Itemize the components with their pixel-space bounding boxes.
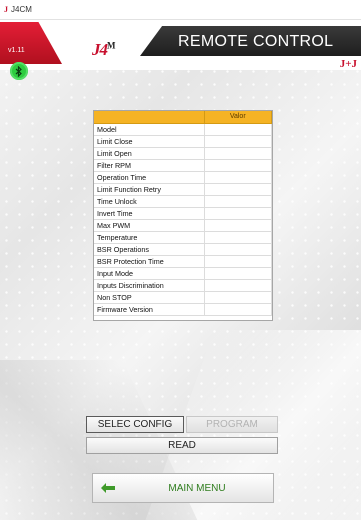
- window-title: J4CM: [11, 5, 32, 14]
- param-name: Inputs Discrimination: [94, 279, 205, 292]
- window-titlebar: J J4CM: [0, 0, 361, 20]
- param-value[interactable]: [204, 207, 272, 220]
- param-name: BSR Operations: [94, 243, 205, 256]
- column-header-valor: Valor: [204, 111, 272, 124]
- table-row[interactable]: Input Mode: [94, 267, 272, 280]
- column-header-name: [94, 111, 205, 124]
- screen-title: REMOTE CONTROL: [178, 33, 334, 50]
- logo-text: J4: [92, 40, 108, 59]
- table-row[interactable]: BSR Operations: [94, 243, 272, 256]
- bluetooth-icon[interactable]: [10, 62, 28, 80]
- table-row[interactable]: Max PWM: [94, 219, 272, 232]
- param-value[interactable]: [204, 267, 272, 280]
- table-row[interactable]: Model: [94, 123, 272, 136]
- param-value[interactable]: [204, 255, 272, 268]
- table-row[interactable]: Limit Close: [94, 135, 272, 148]
- param-value[interactable]: [204, 291, 272, 304]
- bluetooth-glyph: [15, 65, 22, 77]
- param-value[interactable]: [204, 147, 272, 160]
- table-row[interactable]: Filter RPM: [94, 159, 272, 172]
- brand-mark: J+J: [339, 58, 357, 70]
- read-button[interactable]: READ: [86, 437, 278, 454]
- param-value[interactable]: [204, 171, 272, 184]
- param-name: Limit Function Retry: [94, 183, 205, 196]
- param-name: Limit Open: [94, 147, 205, 160]
- table-row[interactable]: Non STOP: [94, 291, 272, 304]
- param-value[interactable]: [204, 183, 272, 196]
- param-name: Filter RPM: [94, 159, 205, 172]
- table-row[interactable]: BSR Protection Time: [94, 255, 272, 268]
- main-menu-label: MAIN MENU: [168, 482, 226, 494]
- table-row[interactable]: Limit Function Retry: [94, 183, 272, 196]
- param-value[interactable]: [204, 195, 272, 208]
- param-value[interactable]: [204, 135, 272, 148]
- param-name: Operation Time: [94, 171, 205, 184]
- param-name: Invert Time: [94, 207, 205, 220]
- param-value[interactable]: [204, 231, 272, 244]
- table-row[interactable]: Temperature: [94, 231, 272, 244]
- parameter-grid: Valor Model Limit Close Limit Open Filte…: [94, 111, 272, 316]
- param-name: Non STOP: [94, 291, 205, 304]
- param-name: Time Unlock: [94, 195, 205, 208]
- param-name: Firmware Version: [94, 303, 205, 316]
- param-value[interactable]: [204, 279, 272, 292]
- param-value[interactable]: [204, 159, 272, 172]
- table-row[interactable]: Operation Time: [94, 171, 272, 184]
- app-icon: J: [4, 5, 8, 14]
- selec-config-button[interactable]: SELEC CONFIG: [86, 416, 184, 433]
- param-name: Limit Close: [94, 135, 205, 148]
- main-menu-button[interactable]: MAIN MENU: [92, 473, 274, 503]
- param-value[interactable]: [204, 219, 272, 232]
- param-name: Input Mode: [94, 267, 205, 280]
- param-value[interactable]: [204, 243, 272, 256]
- param-name: Model: [94, 123, 205, 136]
- param-value[interactable]: [204, 123, 272, 136]
- version-label: v1.11: [8, 47, 25, 54]
- param-name: BSR Protection Time: [94, 255, 205, 268]
- param-value[interactable]: [204, 303, 272, 316]
- program-button[interactable]: PROGRAM: [186, 416, 278, 433]
- table-row[interactable]: Firmware Version: [94, 303, 272, 316]
- table-row[interactable]: Inputs Discrimination: [94, 279, 272, 292]
- table-row[interactable]: Time Unlock: [94, 195, 272, 208]
- table-row[interactable]: Limit Open: [94, 147, 272, 160]
- logo-sup: M: [107, 40, 115, 51]
- parameter-table: Valor Model Limit Close Limit Open Filte…: [93, 110, 273, 321]
- param-name: Max PWM: [94, 219, 205, 232]
- table-row[interactable]: Invert Time: [94, 207, 272, 220]
- back-arrow-icon: [101, 483, 115, 493]
- param-name: Temperature: [94, 231, 205, 244]
- brand-logo: J4M: [92, 40, 115, 60]
